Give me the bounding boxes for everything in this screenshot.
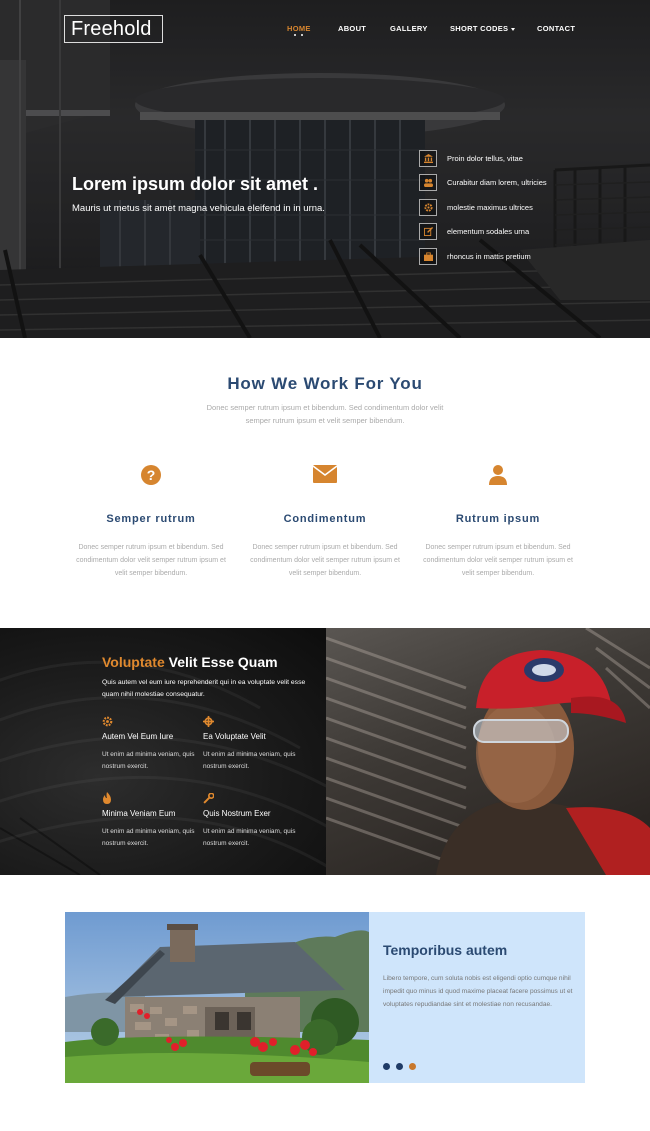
voluptate-title-accent: Voluptate (102, 654, 165, 670)
slider-dots (383, 1063, 423, 1071)
hero-feature-item: Curabitur diam lorem, ultricies (419, 174, 619, 192)
hero-title: Lorem ipsum dolor sit amet . (72, 174, 319, 194)
voluptate-desc: Quis autem vel eum iure reprehenderit qu… (102, 679, 306, 698)
service-card: Condimentum Donec semper rutrum ipsum et… (240, 465, 410, 580)
slider-dot[interactable] (409, 1063, 416, 1070)
band-feature: Autem Vel Eum Iure Ut enim ad minima ven… (102, 714, 202, 773)
nav-gallery[interactable]: GALLERY (390, 24, 428, 33)
hero-feature-item: elementum sodales urna (419, 223, 619, 241)
voluptate-section (0, 628, 650, 875)
hero-feature-text: Proin dolor tellus, vitae (447, 154, 523, 163)
band-feature: Minima Veniam Eum Ut enim ad minima veni… (102, 791, 202, 850)
hero-feature-text: molestie maximus ultrices (447, 203, 533, 212)
service-title: Rutrum ipsum (455, 513, 541, 525)
users-icon (419, 174, 437, 191)
service-title: Semper rutrum (106, 513, 196, 525)
svg-text:?: ? (147, 467, 156, 483)
hero-section (0, 0, 650, 338)
house-photo (65, 912, 369, 1083)
how-section-title: How We Work For You (227, 374, 423, 393)
nav-contact[interactable]: CONTACT (537, 24, 575, 33)
nav-short-codes-label: SHORT CODES (450, 24, 509, 33)
active-nav-indicator (293, 34, 305, 37)
band-feature-desc: Ut enim ad minima veniam, quis nostrum e… (102, 751, 195, 770)
worker-photo (326, 628, 650, 875)
hero-feature-text: elementum sodales urna (447, 227, 530, 236)
band-feature-desc: Ut enim ad minima veniam, quis nostrum e… (203, 751, 296, 770)
band-feature: Quis Nostrum Exer Ut enim ad minima veni… (203, 791, 303, 850)
fire-icon (102, 791, 202, 804)
service-title: Condimentum (283, 513, 367, 525)
temporibus-title: Temporibus autem (383, 942, 508, 958)
service-desc: Donec semper rutrum ipsum et bibendum. S… (423, 544, 573, 577)
voluptate-title: Voluptate Velit Esse Quam (102, 654, 278, 670)
slider-dot[interactable] (383, 1063, 390, 1070)
nav-short-codes[interactable]: SHORT CODES (450, 24, 516, 33)
envelope-icon (240, 465, 410, 491)
service-card: ? Semper rutrum Donec semper rutrum ipsu… (66, 465, 236, 580)
service-desc: Donec semper rutrum ipsum et bibendum. S… (76, 544, 226, 577)
briefcase-icon (419, 248, 437, 265)
cog-icon (102, 714, 202, 727)
hero-feature-text: rhoncus in mattis pretium (447, 252, 531, 261)
nav-about[interactable]: ABOUT (338, 24, 366, 33)
band-feature-desc: Ut enim ad minima veniam, quis nostrum e… (203, 828, 296, 847)
user-icon (413, 465, 583, 491)
slider-dot[interactable] (396, 1063, 403, 1070)
how-section-desc: Donec semper rutrum ipsum et bibendum. S… (206, 403, 444, 425)
hero-feature-item: molestie maximus ultrices (419, 199, 619, 217)
main-nav: HOME ABOUT GALLERY SHORT CODES CONTACT (0, 24, 650, 44)
band-feature-title: Ea Voluptate Velit (203, 732, 266, 741)
gear-icon (419, 199, 437, 216)
hero-subtitle: Mauris ut metus sit amet magna vehicula … (72, 203, 325, 214)
question-icon: ? (66, 465, 236, 491)
edit-icon (419, 223, 437, 240)
voluptate-title-rest: Velit Esse Quam (164, 654, 278, 670)
service-desc: Donec semper rutrum ipsum et bibendum. S… (250, 544, 400, 577)
service-card: Rutrum ipsum Donec semper rutrum ipsum e… (413, 465, 583, 580)
hero-overlay (0, 0, 650, 338)
hero-feature-text: Curabitur diam lorem, ultricies (447, 178, 547, 187)
band-feature-desc: Ut enim ad minima veniam, quis nostrum e… (102, 828, 195, 847)
band-feature-title: Autem Vel Eum Iure (102, 732, 174, 741)
hero-feature-item: rhoncus in mattis pretium (419, 248, 619, 266)
wrench-icon (203, 791, 303, 804)
nav-home[interactable]: HOME (287, 24, 311, 33)
hero-feature-item: Proin dolor tellus, vitae (419, 150, 619, 168)
chevron-down-icon (511, 27, 516, 31)
temporibus-desc: Libero tempore, cum soluta nobis est eli… (383, 975, 573, 1008)
bank-icon (419, 150, 437, 167)
band-feature-title: Minima Veniam Eum (102, 809, 176, 818)
band-feature-title: Quis Nostrum Exer (203, 809, 271, 818)
crosshair-icon (203, 714, 303, 727)
band-feature: Ea Voluptate Velit Ut enim ad minima ven… (203, 714, 303, 773)
